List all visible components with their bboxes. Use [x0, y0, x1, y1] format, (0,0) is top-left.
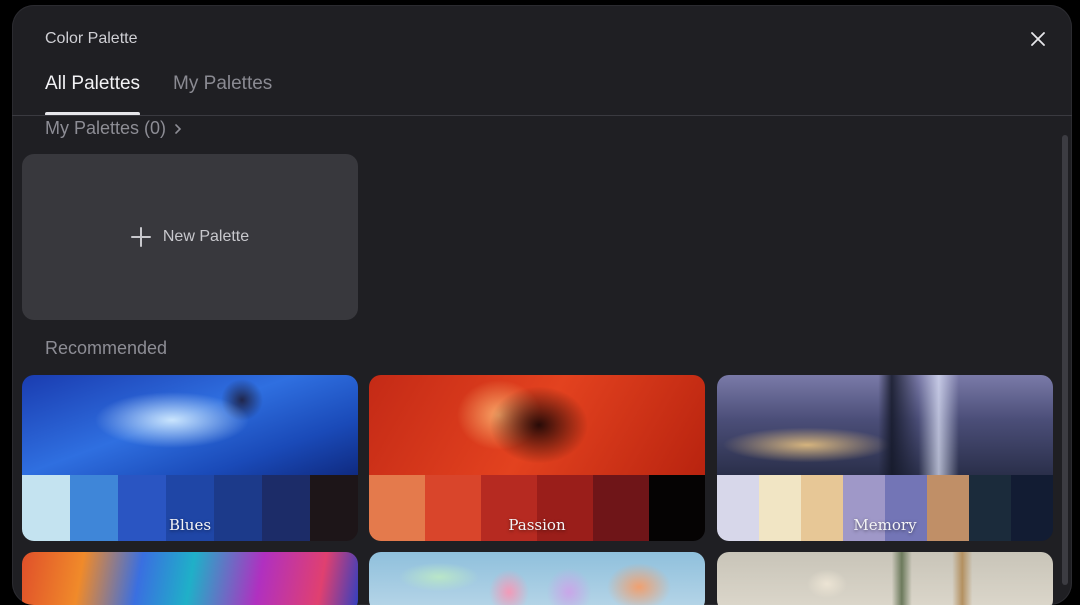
palette-scroll-area[interactable]: My Palettes (0) New Palette Recommended — [12, 116, 1072, 605]
my-palettes-heading[interactable]: My Palettes (0) — [45, 118, 182, 139]
new-palette-label: New Palette — [162, 228, 250, 245]
palette-photo — [22, 375, 358, 475]
palette-card-passion[interactable]: Passion — [369, 375, 705, 541]
palette-card-memory[interactable]: Memory — [717, 375, 1053, 541]
plus-icon — [130, 227, 151, 247]
my-palettes-heading-label: My Palettes (0) — [45, 118, 167, 138]
chevron-right-icon — [175, 123, 182, 134]
tab-bar: All Palettes My Palettes — [45, 73, 272, 117]
palette-name: Passion — [508, 516, 566, 534]
palette-card[interactable] — [717, 552, 1053, 605]
new-palette-button[interactable]: New Palette — [22, 154, 358, 320]
palette-card[interactable] — [22, 552, 358, 605]
modal-title: Color Palette — [45, 30, 138, 47]
palette-photo — [717, 552, 1053, 605]
palette-photo — [369, 375, 705, 475]
palette-photo — [717, 375, 1053, 475]
palette-name: Blues — [168, 516, 212, 534]
recommended-heading: Recommended — [45, 338, 168, 358]
color-palette-modal: Color Palette All Palettes My Palettes M… — [12, 5, 1072, 605]
palette-card-blues[interactable]: Blues — [22, 375, 358, 541]
palette-name: Memory — [853, 516, 917, 534]
tab-my-palettes[interactable]: My Palettes — [173, 73, 272, 117]
palette-photo — [22, 552, 358, 605]
tab-all-palettes[interactable]: All Palettes — [45, 73, 141, 117]
close-button[interactable] — [1026, 27, 1050, 51]
scrollbar-thumb[interactable] — [1062, 135, 1068, 585]
close-icon — [1031, 32, 1045, 46]
palette-photo — [369, 552, 705, 605]
scrollbar[interactable] — [1062, 135, 1068, 585]
palette-card[interactable] — [369, 552, 705, 605]
